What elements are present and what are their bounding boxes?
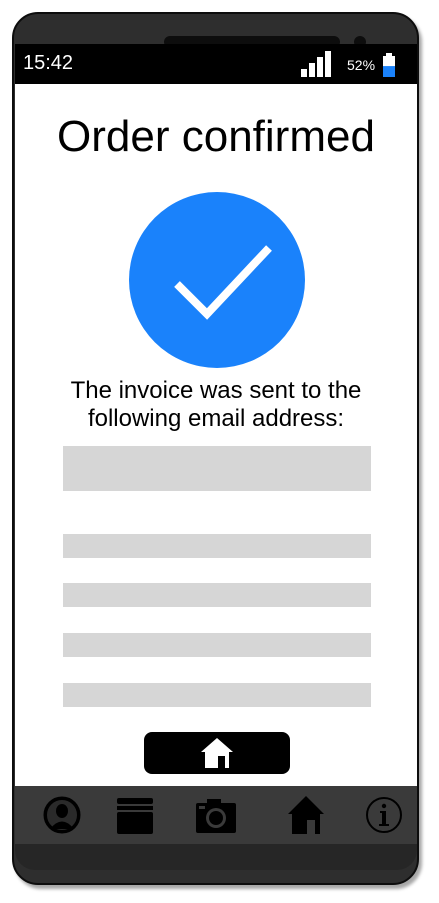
bottom-nav-bar: [15, 786, 417, 844]
status-bar: 15:42 52%: [15, 44, 417, 84]
wallet-icon: [117, 798, 153, 834]
nav-camera[interactable]: [193, 794, 237, 836]
profile-icon: [43, 796, 81, 834]
placeholder-line: [63, 583, 371, 607]
nav-info[interactable]: [362, 794, 406, 836]
signal-bars-icon: [301, 51, 331, 77]
nav-profile[interactable]: [40, 794, 84, 836]
placeholder-line: [63, 534, 371, 558]
info-icon: [366, 797, 402, 833]
page-title: Order confirmed: [57, 112, 375, 161]
confirmation-message: The invoice was sent to the following em…: [70, 377, 362, 432]
camera-icon: [196, 799, 236, 833]
home-button[interactable]: [144, 732, 290, 774]
nav-wallet[interactable]: [113, 794, 157, 836]
battery-percent: 52%: [347, 57, 376, 73]
placeholder-line: [63, 683, 371, 707]
status-time: 15:42: [23, 52, 74, 74]
nav-home[interactable]: [284, 794, 328, 836]
confirmation-screen: Order confirmed The invoice was sent to …: [15, 84, 417, 786]
checkmark-circle-icon: [129, 192, 305, 368]
home-icon: [288, 796, 324, 834]
placeholder-line: [63, 633, 371, 657]
phone-bottom-bezel: [15, 844, 417, 870]
home-icon: [201, 738, 233, 768]
battery-icon: [383, 53, 395, 77]
email-address-field: [63, 446, 371, 491]
